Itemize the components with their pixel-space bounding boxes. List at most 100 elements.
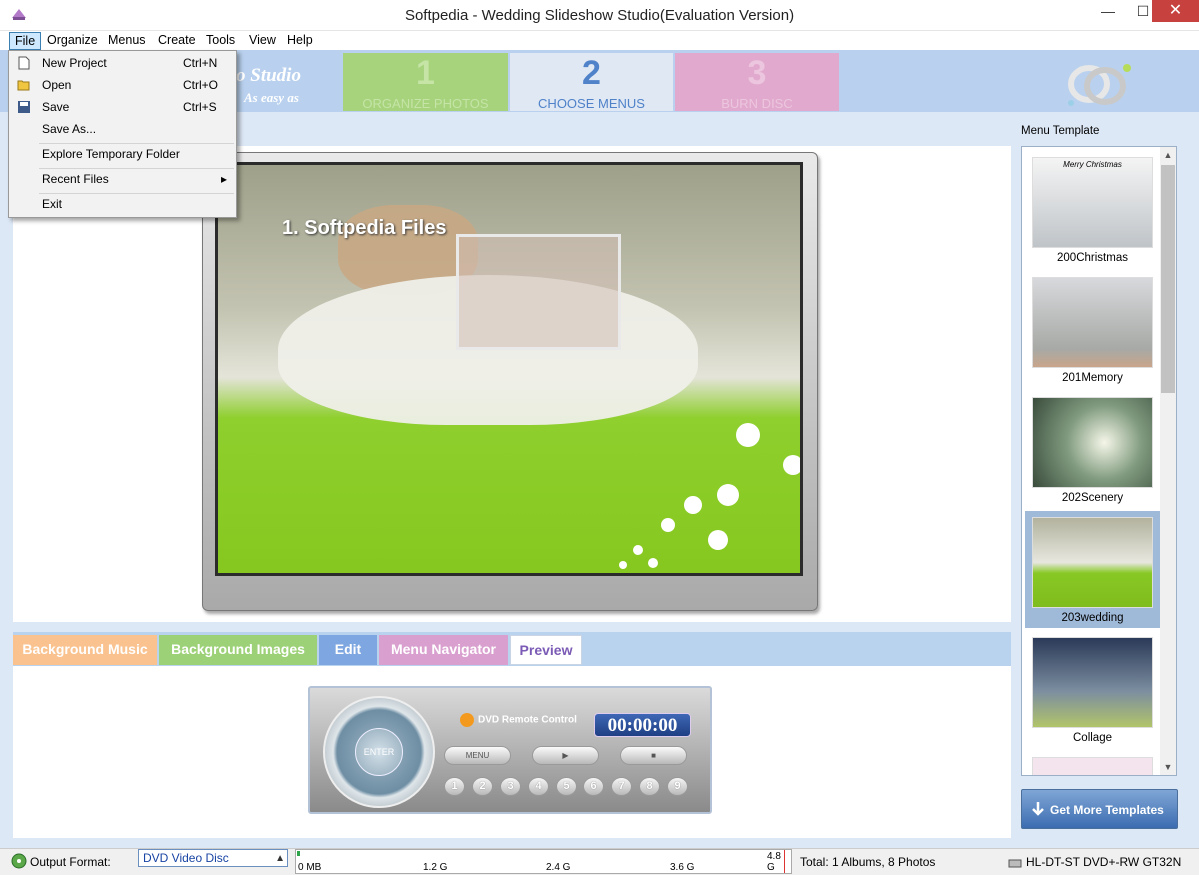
number-button-8[interactable]: 8 (639, 777, 660, 796)
menu-item-label: Explore Temporary Folder (42, 147, 180, 161)
tab-edit[interactable]: Edit (319, 635, 377, 665)
dropdown-arrow-icon: ▲ (275, 853, 285, 864)
template-item-partial[interactable] (1025, 751, 1160, 775)
enter-button[interactable]: ENTER (355, 728, 403, 776)
step-burn-disc[interactable]: 3 BURN DISC (675, 53, 839, 111)
status-bar: Output Format: DVD Video Disc ▲ 0 MB 1.2… (0, 848, 1199, 875)
output-format-value: DVD Video Disc (143, 851, 229, 865)
template-thumbnail (1032, 517, 1153, 608)
number-button-3[interactable]: 3 (500, 777, 521, 796)
get-more-templates-button[interactable]: Get More Templates ... (1021, 789, 1178, 857)
step-label: ORGANIZE PHOTOS (362, 96, 489, 111)
template-thumbnail (1032, 397, 1153, 488)
submenu-arrow-icon: ▸ (221, 172, 228, 186)
number-button-7[interactable]: 7 (611, 777, 632, 796)
output-format-select[interactable]: DVD Video Disc ▲ (138, 849, 288, 867)
brand-line-1: o Studio (236, 65, 301, 86)
menu-item-label: Open (42, 78, 72, 92)
window-title: Softpedia - Wedding Slideshow Studio(Eva… (404, 7, 795, 24)
scroll-down-icon[interactable]: ▼ (1160, 759, 1176, 775)
menu-item-title[interactable]: 1. Softpedia Files (282, 217, 446, 240)
menu-help[interactable]: Help (282, 32, 318, 50)
template-scrollbar[interactable]: ▲ ▼ (1160, 147, 1176, 775)
tab-background-music[interactable]: Background Music (13, 635, 157, 665)
number-button-9[interactable]: 9 (667, 777, 688, 796)
tab-background-images[interactable]: Background Images (159, 635, 317, 665)
template-name: 202Scenery (1061, 492, 1124, 504)
disc-capacity-ruler: 0 MB 1.2 G 2.4 G 3.6 G 4.8 G (295, 849, 792, 874)
template-item-200christmas[interactable]: Merry Christmas 200Christmas (1025, 151, 1160, 268)
dvd-remote-control: ENTER DVD Remote Control 00:00:00 MENU ▶… (308, 686, 712, 814)
menu-tools[interactable]: Tools (201, 32, 240, 50)
menu-template-heading: Menu Template (1021, 125, 1100, 137)
navigation-dial[interactable]: ENTER (323, 696, 435, 808)
menu-item-label: Save (42, 100, 70, 114)
ruler-tick: 4.8 G (767, 851, 781, 873)
editor-tabs: Background Music Background Images Edit … (13, 632, 1011, 666)
menu-menus[interactable]: Menus (103, 32, 151, 50)
template-thumbnail (1032, 277, 1153, 368)
template-name: 203wedding (1061, 612, 1124, 624)
floppy-disk-icon (18, 101, 30, 113)
template-name: 200Christmas (1057, 252, 1128, 264)
menu-file[interactable]: File (9, 32, 42, 50)
wedding-rings-icon (1068, 64, 1131, 106)
stop-button[interactable]: ■ (620, 746, 687, 765)
ruler-tick: 0 MB (298, 862, 322, 873)
number-button-2[interactable]: 2 (472, 777, 493, 796)
tab-preview[interactable]: Preview (510, 635, 582, 665)
menu-item-label: New Project (42, 56, 107, 70)
scroll-up-icon[interactable]: ▲ (1160, 147, 1176, 163)
stop-icon: ■ (651, 751, 656, 760)
template-item-201memory[interactable]: 201Memory (1025, 271, 1160, 388)
minimize-button[interactable]: — (1091, 0, 1125, 22)
menu-item-explore-temp-folder[interactable]: Explore Temporary Folder (9, 144, 236, 164)
step-number: 3 (747, 54, 767, 92)
output-format-label: Output Format: (30, 855, 111, 869)
project-total: Total: 1 Albums, 8 Photos (800, 855, 936, 869)
file-menu-dropdown: New Project Ctrl+N Open Ctrl+O Save Ctrl… (8, 50, 237, 218)
step-number: 1 (416, 54, 435, 92)
remote-title: DVD Remote Control (460, 713, 577, 727)
menu-item-save-as[interactable]: Save As... (9, 119, 236, 139)
ruler-tick: 3.6 G (670, 862, 695, 873)
brand-line-2: As easy as (244, 90, 299, 105)
play-icon: ▶ (562, 751, 569, 760)
menu-view[interactable]: View (244, 32, 281, 50)
menu-item-save[interactable]: Save Ctrl+S (9, 97, 236, 117)
thumbnail-placeholder[interactable] (456, 234, 621, 350)
new-file-icon (18, 56, 30, 70)
menu-item-label: Recent Files (42, 172, 109, 186)
burner-drive[interactable]: HL-DT-ST DVD+-RW GT32N (1008, 855, 1181, 869)
menu-organize[interactable]: Organize (42, 32, 103, 50)
template-item-202scenery[interactable]: 202Scenery (1025, 391, 1160, 508)
number-button-1[interactable]: 1 (444, 777, 465, 796)
menu-item-shortcut: Ctrl+O (183, 78, 219, 92)
thumbnail-caption: Merry Christmas (1063, 160, 1122, 169)
download-icon (1032, 802, 1044, 816)
menu-item-open[interactable]: Open Ctrl+O (9, 75, 236, 95)
dvd-logo-icon (460, 713, 474, 727)
play-button[interactable]: ▶ (532, 746, 599, 765)
scrollbar-thumb[interactable] (1161, 165, 1175, 393)
menu-preview-screen[interactable]: 1. Softpedia Files (215, 162, 803, 576)
step-choose-menus[interactable]: 2 CHOOSE MENUS (510, 53, 673, 111)
template-item-collage[interactable]: Collage (1025, 631, 1160, 748)
step-label: CHOOSE MENUS (538, 96, 645, 111)
open-folder-icon (17, 80, 30, 91)
menu-item-exit[interactable]: Exit (9, 194, 236, 214)
menu-item-shortcut: Ctrl+S (183, 100, 217, 114)
menu-item-recent-files[interactable]: Recent Files ▸ (9, 169, 236, 189)
close-button[interactable]: ✕ (1152, 0, 1199, 22)
menu-create[interactable]: Create (153, 32, 201, 50)
menu-button[interactable]: MENU (444, 746, 511, 765)
number-button-5[interactable]: 5 (556, 777, 577, 796)
template-item-203wedding[interactable]: 203wedding (1025, 511, 1160, 628)
menu-item-new-project[interactable]: New Project Ctrl+N (9, 53, 236, 73)
number-button-4[interactable]: 4 (528, 777, 549, 796)
tab-menu-navigator[interactable]: Menu Navigator (379, 635, 508, 665)
step-organize-photos[interactable]: 1 ORGANIZE PHOTOS (343, 53, 508, 111)
step-number: 2 (582, 54, 601, 92)
number-button-6[interactable]: 6 (583, 777, 604, 796)
drive-icon (1008, 859, 1022, 868)
